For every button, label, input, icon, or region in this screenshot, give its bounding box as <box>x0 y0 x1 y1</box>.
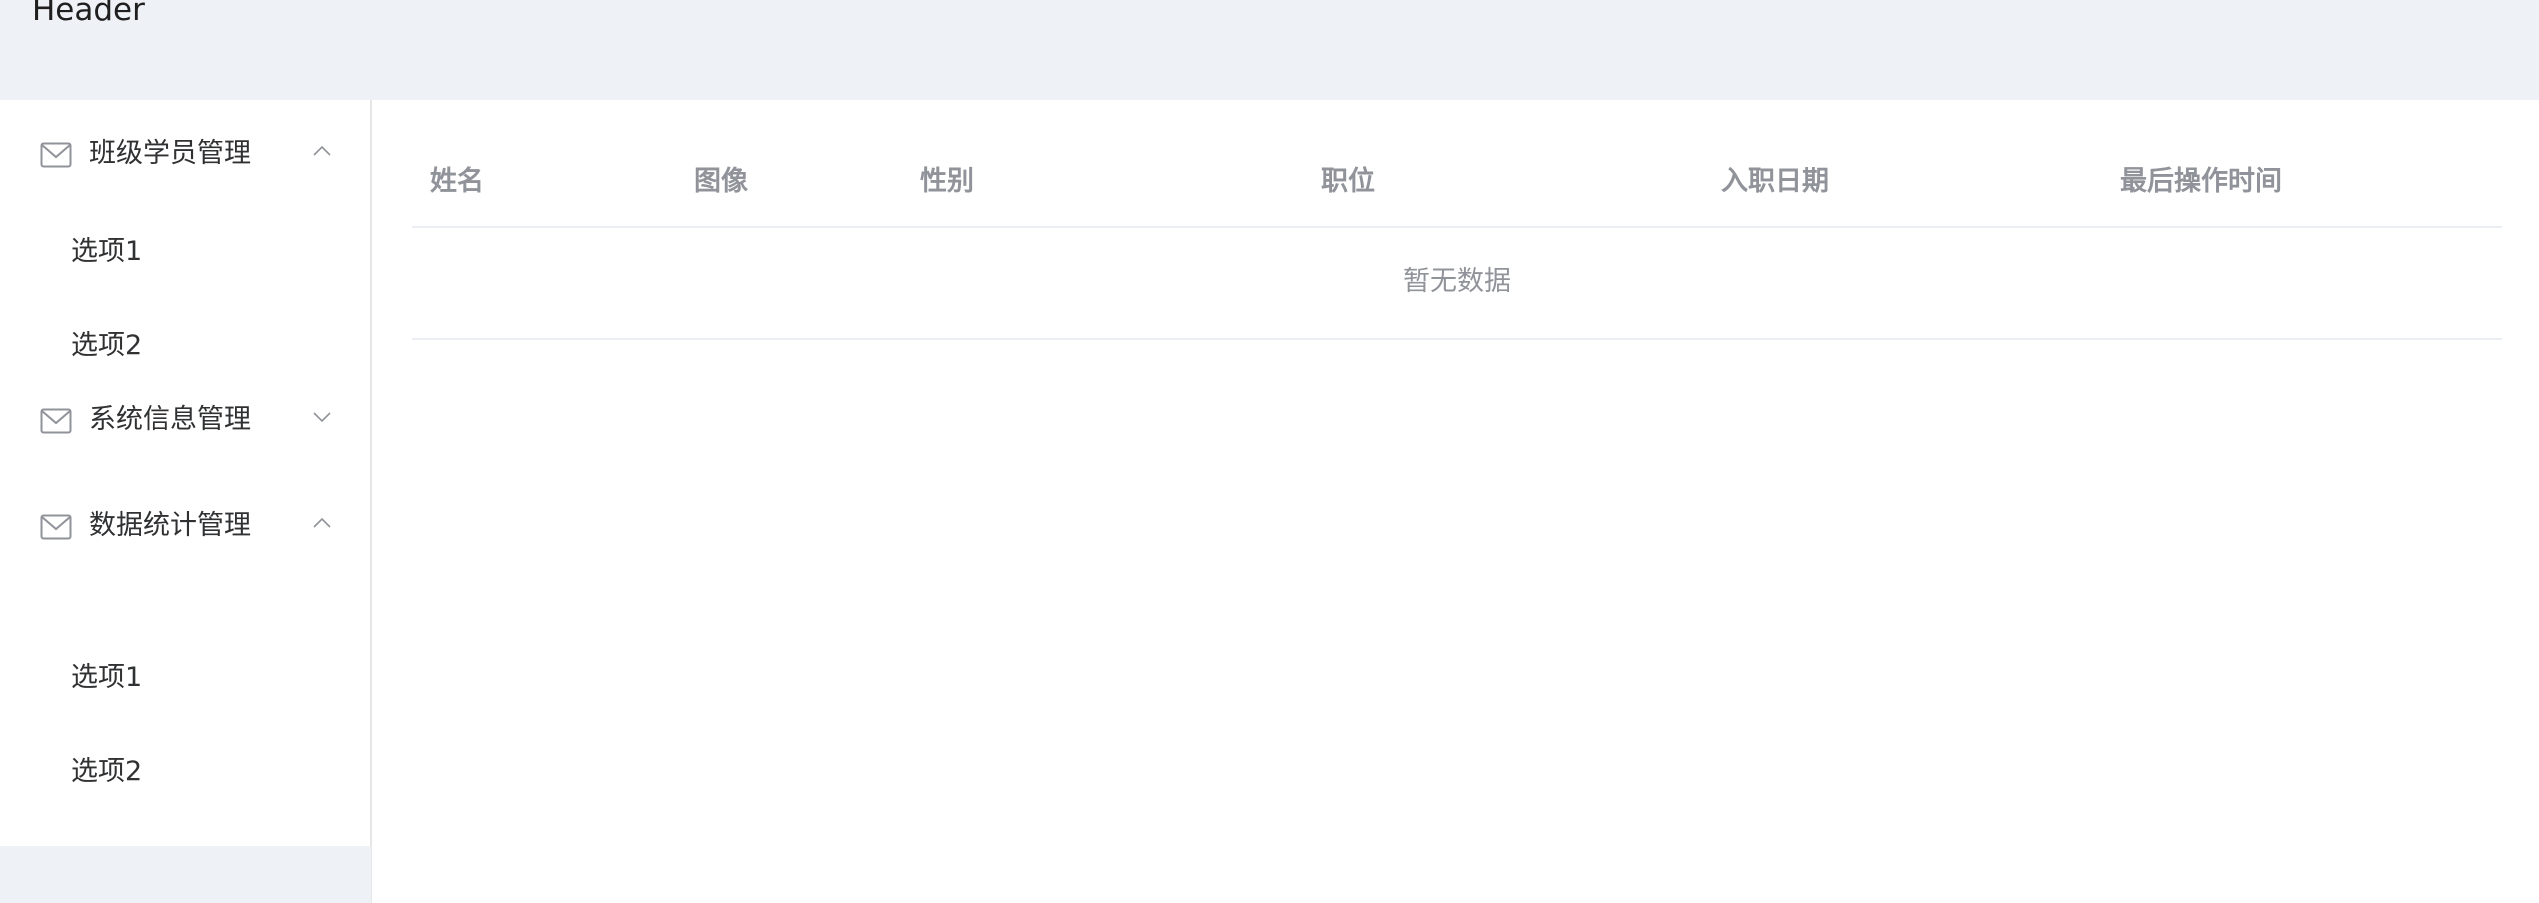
sidebar-menu: 班级学员管理 选项1 选项2 系统信息管理 数据统计管理 选项1 选项2 <box>0 100 371 846</box>
submenu-label: 数据统计管理 <box>89 510 251 541</box>
chevron-up-icon <box>313 517 331 528</box>
menu-item-option-1[interactable]: 选项1 <box>0 206 371 300</box>
column-header-gender[interactable]: 性别 <box>920 162 974 202</box>
menu-item-label: 选项2 <box>71 330 143 361</box>
menu-item-label: 选项2 <box>71 756 143 787</box>
column-header-last-operation-time[interactable]: 最后操作时间 <box>2120 162 2282 202</box>
mail-icon <box>40 514 72 540</box>
menu-item-label: 选项1 <box>71 236 143 267</box>
column-header-position[interactable]: 职位 <box>1321 162 1375 202</box>
sidebar: 班级学员管理 选项1 选项2 系统信息管理 数据统计管理 选项1 选项2 <box>0 100 372 903</box>
chevron-up-icon <box>313 145 331 156</box>
mail-icon <box>40 408 72 434</box>
chevron-down-icon <box>313 412 331 423</box>
submenu-title-data-stats[interactable]: 数据统计管理 <box>0 472 371 578</box>
column-header-avatar[interactable]: 图像 <box>694 162 748 202</box>
table-empty-row: 暂无数据 <box>412 228 2502 340</box>
submenu-title-system-info[interactable]: 系统信息管理 <box>0 366 371 472</box>
submenu-label: 系统信息管理 <box>89 404 251 435</box>
table-header: 姓名 图像 性别 职位 入职日期 最后操作时间 <box>412 140 2502 228</box>
column-header-name[interactable]: 姓名 <box>430 162 484 202</box>
submenu-label: 班级学员管理 <box>89 138 251 169</box>
header-title: Header <box>32 0 145 28</box>
data-table: 姓名 图像 性别 职位 入职日期 最后操作时间 暂无数据 <box>412 140 2502 340</box>
main-content: 姓名 图像 性别 职位 入职日期 最后操作时间 暂无数据 <box>372 100 2539 903</box>
submenu-title-class-students[interactable]: 班级学员管理 <box>0 100 371 206</box>
mail-icon <box>40 142 72 168</box>
menu-item-label: 选项1 <box>71 662 143 693</box>
menu-item-option-2[interactable]: 选项2 <box>0 726 371 820</box>
app-header: Header <box>0 0 2539 100</box>
menu-item-option-1[interactable]: 选项1 <box>0 632 371 726</box>
empty-text: 暂无数据 <box>1403 266 1511 297</box>
column-header-hire-date[interactable]: 入职日期 <box>1721 162 1829 202</box>
